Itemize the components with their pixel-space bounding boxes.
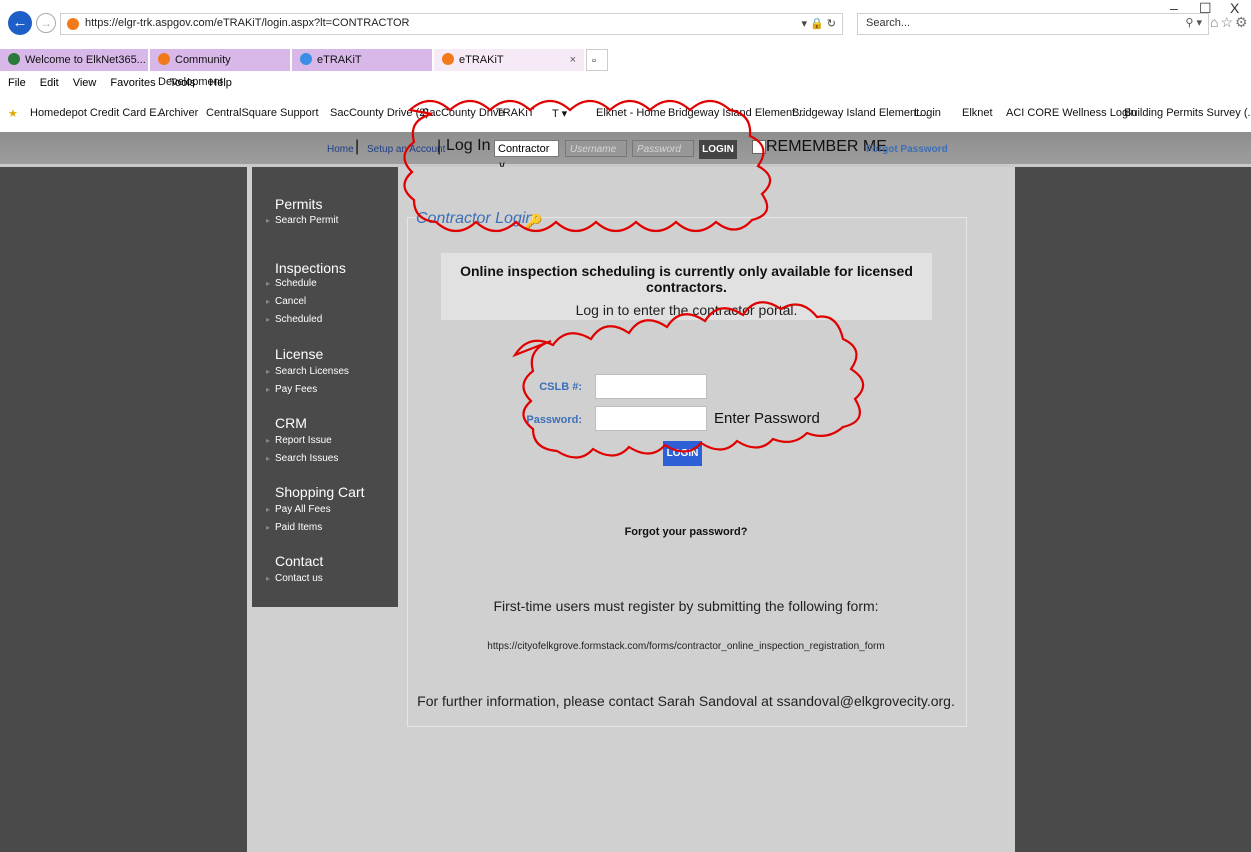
browser-toolbar: ← → https://elgr-trk.aspgov.com/eTRAKiT/…	[0, 0, 1251, 47]
menu-favorites[interactable]: Favorites	[110, 77, 155, 89]
panel-title: Contractor Login	[416, 210, 537, 228]
favorites-bar: ★ Homedepot Credit Card E... Archiver Ce…	[0, 98, 1251, 132]
nav-item-search-licenses[interactable]: Search Licenses	[266, 366, 349, 377]
remember-me-checkbox[interactable]	[752, 140, 766, 154]
menu-file[interactable]: File	[8, 77, 26, 89]
further-info-text: For further information, please contact …	[417, 693, 955, 709]
menu-tools[interactable]: Tools	[170, 77, 196, 89]
address-bar[interactable]: https://elgr-trk.aspgov.com/eTRAKiT/logi…	[60, 13, 843, 35]
tab-label: eTRAKiT	[317, 54, 362, 66]
password-input[interactable]	[595, 406, 707, 431]
nav-item-report-issue[interactable]: Report Issue	[266, 435, 332, 446]
fav-building-permits-survey[interactable]: Building Permits Survey (...	[1124, 107, 1251, 119]
menu-edit[interactable]: Edit	[40, 77, 59, 89]
header-login-label: Log In	[446, 137, 491, 154]
fav-archiver[interactable]: Archiver	[158, 107, 198, 119]
tab-elknet365[interactable]: Welcome to ElkNet365...	[0, 49, 148, 71]
tab-strip: Welcome to ElkNet365... Community Develo…	[0, 49, 1251, 88]
subnotice-text: Log in to enter the contractor portal.	[575, 302, 798, 318]
close-tab-icon[interactable]: ×	[570, 49, 576, 71]
favicon-icon	[158, 53, 170, 65]
forgot-password-link[interactable]: Forgot Password	[866, 144, 948, 155]
nav-section-inspections: Inspections	[275, 260, 346, 276]
left-nav: Permits Search Permit Inspections Schedu…	[252, 167, 398, 607]
address-url: https://elgr-trk.aspgov.com/eTRAKiT/logi…	[85, 17, 410, 29]
fav-saccounty-drive[interactable]: SacCounty Drive	[422, 107, 505, 119]
lock-refresh-icon[interactable]: ▾ 🔒 ↻	[801, 17, 836, 30]
search-placeholder: Search...	[866, 17, 911, 29]
sharepoint-icon	[8, 53, 20, 65]
nav-item-pay-fees[interactable]: Pay Fees	[266, 384, 317, 395]
forgot-your-password-link[interactable]: Forgot your password?	[407, 526, 965, 538]
password-label: Password:	[526, 414, 582, 426]
site-favicon-icon	[67, 18, 79, 30]
left-gutter	[0, 167, 247, 852]
favorites-star-icon[interactable]: ★	[8, 107, 18, 120]
menu-view[interactable]: View	[73, 77, 97, 89]
nav-item-paid-items[interactable]: Paid Items	[266, 522, 322, 533]
fav-centralsquare[interactable]: CentralSquare Support	[206, 107, 319, 119]
new-tab-button[interactable]: ▫	[586, 49, 608, 71]
home-link[interactable]: Home	[327, 144, 354, 155]
browser-search-input[interactable]: Search... ⚲ ▾	[857, 13, 1209, 35]
back-button[interactable]: ←	[8, 11, 32, 35]
search-icon[interactable]: ⚲ ▾	[1185, 16, 1202, 29]
fav-elknet-home[interactable]: Elknet - Home	[596, 107, 666, 119]
fav-aci-core[interactable]: ACI CORE Wellness Login	[1006, 107, 1137, 119]
fav-login[interactable]: Login	[914, 107, 941, 119]
nav-item-scheduled[interactable]: Scheduled	[266, 314, 322, 325]
nav-item-pay-all-fees[interactable]: Pay All Fees	[266, 504, 331, 515]
nav-item-schedule[interactable]: Schedule	[266, 278, 317, 289]
tab-etrakit-1[interactable]: eTRAKiT	[292, 49, 432, 71]
fav-bridgeway-2[interactable]: Bridgeway Island Element...	[792, 107, 928, 119]
menu-bar: File Edit View Favorites Tools Help	[0, 77, 238, 93]
key-icon: 🔑	[525, 213, 543, 229]
header-login-button[interactable]: LOGIN	[699, 140, 737, 159]
right-gutter	[1015, 167, 1251, 852]
header-password-input[interactable]: Password	[632, 140, 694, 157]
role-select[interactable]: Contractor ∨	[494, 140, 559, 172]
login-button[interactable]: LOGIN	[663, 441, 702, 466]
ie-icon	[300, 53, 312, 65]
fav-homedepot[interactable]: Homedepot Credit Card E...	[30, 107, 166, 119]
role-select-value: Contractor	[498, 143, 550, 155]
cslb-input[interactable]	[595, 374, 707, 399]
fav-trakit[interactable]: TRAKiT	[496, 107, 535, 119]
nav-section-license: License	[275, 346, 324, 362]
fav-elknet[interactable]: Elknet	[962, 107, 993, 119]
site-header: Home | Setup an Account | Log In Contrac…	[0, 132, 1251, 172]
minimize-button[interactable]: –	[1170, 0, 1178, 16]
header-username-input[interactable]: Username	[565, 140, 627, 157]
nav-item-contact-us[interactable]: Contact us	[266, 573, 323, 584]
nav-section-contact: Contact	[275, 553, 324, 569]
enter-password-note: Enter Password	[714, 410, 820, 427]
nav-item-search-permit[interactable]: Search Permit	[266, 215, 338, 226]
fav-saccounty-drive-2[interactable]: SacCounty Drive (2)	[330, 107, 429, 119]
separator: |	[355, 138, 360, 155]
notice-text: Online inspection scheduling is currentl…	[460, 263, 913, 295]
separator: |	[437, 138, 442, 155]
nav-section-permits: Permits	[275, 196, 323, 212]
home-star-gear-icons[interactable]: ⌂☆⚙	[1210, 14, 1250, 31]
tab-etrakit-active[interactable]: eTRAKiT ×	[434, 49, 584, 71]
nav-item-cancel[interactable]: Cancel	[266, 296, 306, 307]
fav-t-folder[interactable]: T ▾	[552, 107, 567, 120]
first-time-text: First-time users must register by submit…	[493, 598, 879, 614]
forward-button[interactable]: →	[36, 13, 56, 33]
favicon-icon	[442, 53, 454, 65]
tab-label: eTRAKiT	[459, 54, 504, 66]
cslb-label: CSLB #:	[539, 381, 582, 393]
registration-form-url[interactable]: https://cityofelkgrove.formstack.com/for…	[407, 641, 965, 652]
tab-community-development[interactable]: Community Development	[150, 49, 290, 88]
setup-account-link[interactable]: Setup an Account	[367, 144, 445, 155]
nav-section-crm: CRM	[275, 415, 307, 431]
menu-help[interactable]: Help	[209, 77, 232, 89]
nav-item-search-issues[interactable]: Search Issues	[266, 453, 338, 464]
tab-label: Welcome to ElkNet365...	[25, 54, 146, 66]
nav-section-shopping-cart: Shopping Cart	[275, 484, 365, 500]
fav-bridgeway-1[interactable]: Bridgeway Island Element...	[668, 107, 804, 119]
